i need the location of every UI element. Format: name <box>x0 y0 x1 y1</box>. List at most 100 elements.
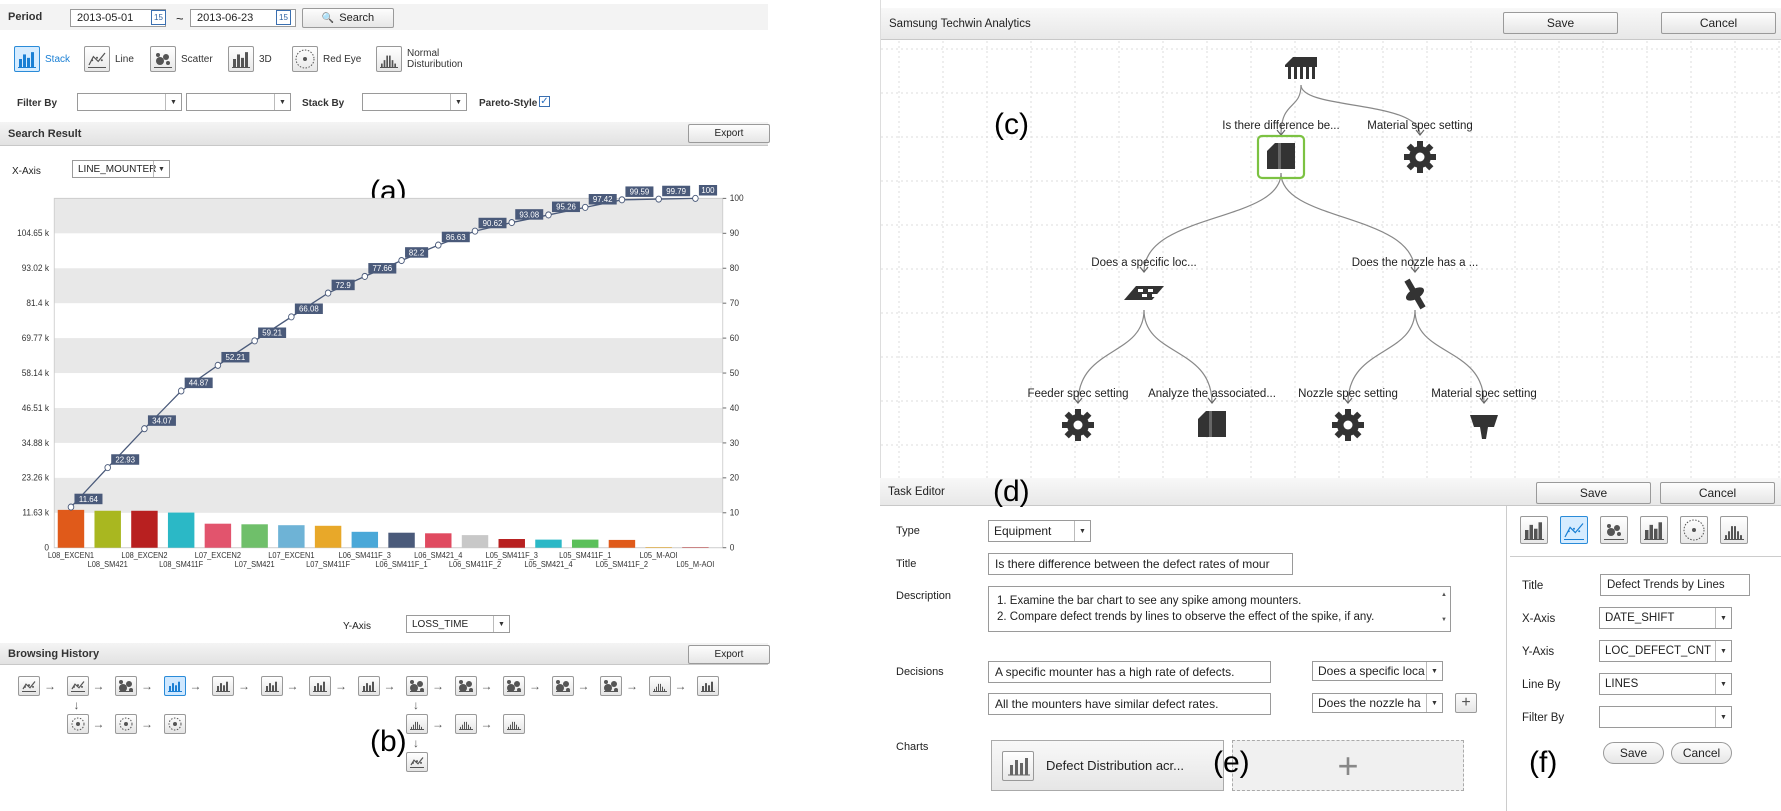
bar[interactable] <box>425 533 452 548</box>
normal-distribution-icon[interactable] <box>406 714 428 734</box>
cumulative-point[interactable] <box>508 219 515 227</box>
cumulative-point[interactable] <box>655 195 662 203</box>
stack-by-dropdown[interactable]: ▼ <box>362 93 467 111</box>
bar[interactable] <box>314 525 342 548</box>
decision-1-target-dropdown[interactable]: Does a specific loca ▼ <box>1312 661 1443 681</box>
chart-yaxis-dropdown[interactable]: LOC_DEFECT_CNT ▼ <box>1599 640 1732 662</box>
bar-3d-icon[interactable] <box>1640 516 1668 544</box>
scroll-up-icon[interactable]: ▲ <box>1441 592 1447 598</box>
scatter-icon[interactable] <box>551 676 574 696</box>
line-chart-icon[interactable] <box>1560 516 1588 544</box>
cumulative-point[interactable] <box>692 194 699 202</box>
red-eye-icon[interactable] <box>115 714 137 734</box>
bar[interactable] <box>167 512 195 548</box>
type-dropdown[interactable]: Equipment ▼ <box>988 520 1091 542</box>
task-cancel-button[interactable]: Cancel <box>1660 482 1775 504</box>
chart-type-line-chart[interactable]: Line <box>84 46 134 72</box>
tree-node-mounter-icon[interactable] <box>1198 411 1226 437</box>
history-export-button[interactable]: Export <box>688 645 770 664</box>
bar[interactable] <box>571 539 599 548</box>
line-chart-icon[interactable] <box>406 752 428 772</box>
chart-save-button[interactable]: Save <box>1603 742 1664 764</box>
red-eye-icon[interactable] <box>66 714 89 734</box>
tree-node-gear-icon[interactable] <box>1404 141 1436 173</box>
add-chart-button[interactable]: + <box>1232 740 1464 791</box>
bar[interactable] <box>57 509 85 548</box>
stack-bar-icon[interactable] <box>357 676 380 696</box>
stack-bar-icon[interactable] <box>309 676 331 696</box>
bar[interactable] <box>94 510 121 548</box>
cumulative-point[interactable] <box>545 211 552 219</box>
filter-by-dropdown-1[interactable]: ▼ <box>77 93 182 111</box>
line-chart-icon[interactable] <box>66 676 89 696</box>
red-eye-icon[interactable] <box>1680 516 1708 544</box>
chart-type-stack-bar[interactable]: Stack <box>14 46 70 72</box>
filter-by-dropdown-2[interactable]: ▼ <box>186 93 291 111</box>
bar[interactable] <box>498 539 525 548</box>
cumulative-point[interactable] <box>435 241 442 249</box>
chart-card[interactable]: Defect Distribution acr... <box>991 740 1224 791</box>
tree-node-feeder-plate-icon[interactable] <box>1124 286 1164 300</box>
scatter-icon[interactable] <box>454 676 477 696</box>
scatter-icon[interactable] <box>115 676 137 696</box>
tree-save-button[interactable]: Save <box>1503 12 1618 34</box>
tree-node-mounter-icon[interactable] <box>1267 143 1295 169</box>
task-title-input[interactable]: Is there difference between the defect r… <box>988 553 1293 575</box>
tree-cancel-button[interactable]: Cancel <box>1661 12 1776 34</box>
cumulative-point[interactable] <box>288 313 295 321</box>
chart-lineby-dropdown[interactable]: LINES ▼ <box>1599 673 1732 695</box>
add-decision-button[interactable]: + <box>1455 693 1477 713</box>
search-button[interactable]: 🔍 Search <box>302 8 394 28</box>
cumulative-point[interactable] <box>67 503 75 511</box>
chart-type-red-eye[interactable]: Red Eye <box>292 46 361 72</box>
bar[interactable] <box>535 539 562 548</box>
bar[interactable] <box>461 535 489 548</box>
tree-node-material-icon[interactable] <box>1470 415 1498 439</box>
scatter-icon[interactable] <box>600 676 622 696</box>
red-eye-icon[interactable] <box>163 714 186 734</box>
bar[interactable] <box>131 510 158 548</box>
normal-distribution-icon[interactable] <box>1720 516 1748 544</box>
bar[interactable] <box>278 525 305 548</box>
tree-node-gear-icon[interactable] <box>1332 409 1364 441</box>
cumulative-point[interactable] <box>251 337 258 345</box>
stack-bar-icon[interactable] <box>697 676 719 696</box>
chart-type-bar-3d[interactable]: 3D <box>228 46 272 72</box>
scatter-icon[interactable] <box>406 676 428 696</box>
line-chart-icon[interactable] <box>18 676 40 696</box>
normal-distribution-icon[interactable] <box>454 714 477 734</box>
chart-xaxis-dropdown[interactable]: DATE_SHIFT ▼ <box>1599 607 1732 629</box>
tree-node-gear-icon[interactable] <box>1062 409 1094 441</box>
decision-1-input[interactable]: A specific mounter has a high rate of de… <box>988 661 1271 683</box>
decision-tree-canvas[interactable]: Is there difference be... Material spec s… <box>881 41 1781 478</box>
scatter-icon[interactable] <box>503 676 525 696</box>
bar[interactable] <box>388 532 415 548</box>
bar[interactable] <box>645 547 672 548</box>
cumulative-point[interactable] <box>398 257 405 265</box>
cumulative-point[interactable] <box>104 464 111 472</box>
scatter-icon[interactable] <box>1600 516 1628 544</box>
stack-bar-icon[interactable] <box>163 676 186 696</box>
decision-2-input[interactable]: All the mounters have similar defect rat… <box>988 693 1271 715</box>
task-save-button[interactable]: Save <box>1536 482 1651 504</box>
cumulative-point[interactable] <box>324 289 332 297</box>
description-textarea[interactable]: 1. Examine the bar chart to see any spik… <box>988 586 1451 632</box>
calendar-icon[interactable]: 15 <box>276 10 291 25</box>
stack-bar-icon[interactable] <box>1520 516 1548 544</box>
cumulative-point[interactable] <box>581 203 589 211</box>
cumulative-point[interactable] <box>214 361 222 369</box>
chart-title-input[interactable]: Defect Trends by Lines <box>1600 574 1750 596</box>
stack-bar-icon[interactable] <box>212 676 234 696</box>
search-result-export-button[interactable]: Export <box>688 124 770 143</box>
chart-type-normal-distribution[interactable]: Normal Disturibution <box>376 46 463 72</box>
bar[interactable] <box>204 523 232 548</box>
chart-filterby-dropdown[interactable]: ▼ <box>1599 706 1732 728</box>
decision-2-target-dropdown[interactable]: Does the nozzle ha ▼ <box>1312 693 1443 713</box>
bar[interactable] <box>351 531 379 548</box>
cumulative-point[interactable] <box>361 272 369 280</box>
stack-bar-icon[interactable] <box>260 676 283 696</box>
chart-cancel-button[interactable]: Cancel <box>1671 742 1732 764</box>
pareto-style-checkbox[interactable]: ✓ <box>539 96 550 107</box>
root-node-icon[interactable] <box>1285 57 1317 79</box>
cumulative-point[interactable] <box>618 196 626 204</box>
